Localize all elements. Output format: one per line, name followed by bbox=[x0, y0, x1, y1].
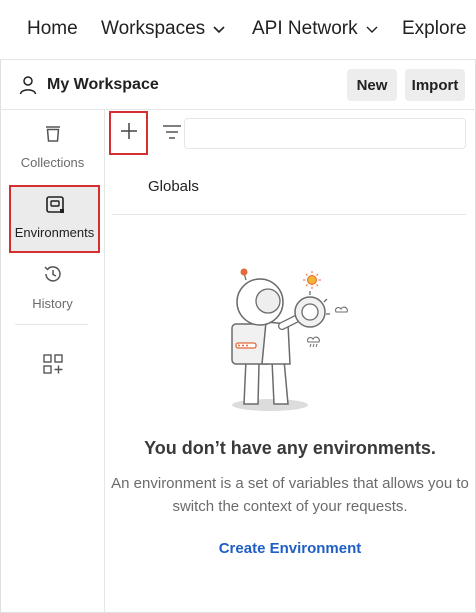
import-button[interactable]: Import bbox=[405, 69, 465, 101]
globals-item[interactable]: Globals bbox=[148, 178, 199, 195]
empty-state-description: An environment is a set of variables tha… bbox=[111, 475, 469, 515]
sidebar-item-configure[interactable] bbox=[0, 353, 105, 380]
sidebar-item-environments[interactable]: Environments bbox=[9, 185, 100, 253]
nav-home-link[interactable]: Home bbox=[27, 18, 78, 40]
sidebar: Collections Environments History bbox=[0, 110, 105, 613]
new-button[interactable]: New bbox=[347, 69, 397, 101]
workspace-title: My Workspace bbox=[47, 76, 159, 93]
astronaut-illustration bbox=[226, 268, 356, 414]
configure-workbench-icon bbox=[42, 353, 64, 380]
nav-explore-label: Explore bbox=[402, 18, 467, 39]
chevron-down-icon bbox=[213, 18, 225, 40]
nav-api-network-label: API Network bbox=[252, 18, 358, 39]
create-environment-link[interactable]: Create Environment bbox=[110, 540, 470, 557]
trash-bin-icon bbox=[43, 124, 63, 149]
empty-state-title: You don’t have any environments. bbox=[144, 438, 436, 458]
history-clock-icon bbox=[42, 263, 64, 290]
nav-api-network-menu[interactable]: API Network bbox=[252, 18, 378, 40]
sidebar-item-label: History bbox=[32, 296, 73, 311]
add-environment-button[interactable] bbox=[109, 111, 148, 155]
list-divider bbox=[112, 214, 466, 215]
sidebar-divider bbox=[15, 324, 88, 325]
filter-icon[interactable] bbox=[162, 124, 182, 147]
workspace-header: My Workspace New Import bbox=[0, 60, 476, 110]
nav-explore-link[interactable]: Explore bbox=[402, 18, 466, 40]
nav-home-label: Home bbox=[27, 18, 78, 39]
nav-workspaces-menu[interactable]: Workspaces bbox=[101, 18, 225, 40]
environment-icon bbox=[45, 195, 65, 220]
sidebar-item-history[interactable]: History bbox=[0, 263, 105, 311]
search-input[interactable] bbox=[184, 118, 466, 149]
top-navigation: Home Workspaces API Network Explore bbox=[0, 0, 476, 60]
chevron-down-icon bbox=[366, 18, 378, 40]
nav-workspaces-label: Workspaces bbox=[101, 18, 206, 39]
plus-icon bbox=[120, 122, 138, 145]
sidebar-item-collections[interactable]: Collections bbox=[0, 124, 105, 170]
sidebar-item-label: Collections bbox=[20, 155, 85, 170]
sidebar-item-label: Environments bbox=[14, 225, 95, 240]
user-icon bbox=[18, 75, 38, 95]
